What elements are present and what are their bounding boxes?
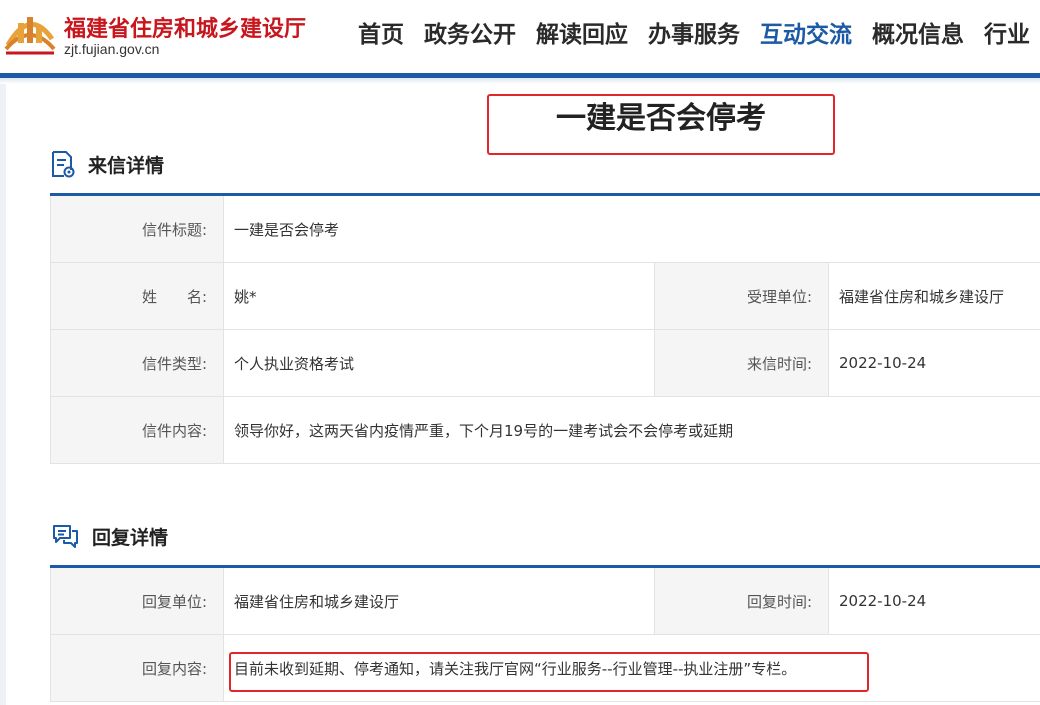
name-value: 姚* [223,263,654,329]
nav-item-industry[interactable]: 行业 [984,18,1030,52]
reply-highlight-box [229,652,869,692]
nav-item-services[interactable]: 办事服务 [648,18,740,52]
title-highlight-box [487,94,835,155]
reply-section-header: 回复详情 [50,522,168,550]
table-row: 信件类型: 个人执业资格考试 来信时间: 2022-10-24 [51,330,1040,397]
content-label: 信件内容: [51,397,223,463]
dept-label: 受理单位: [654,263,828,329]
reply-content-label: 回复内容: [51,635,223,701]
left-edge [0,84,6,705]
reply-time-value: 2022-10-24 [828,568,1040,634]
site-url: zjt.fujian.gov.cn [64,41,160,57]
site-header: 福建省住房和城乡建设厅 zjt.fujian.gov.cn 首页 政务公开 解读… [0,0,1040,74]
letter-time-label: 来信时间: [654,330,828,396]
letter-section-header: 来信详情 [50,150,164,178]
nav-item-home[interactable]: 首页 [358,18,404,52]
nav-item-gov-affairs[interactable]: 政务公开 [424,18,516,52]
reply-section-title: 回复详情 [92,526,169,549]
table-row: 姓 名: 姚* 受理单位: 福建省住房和城乡建设厅 [51,263,1040,330]
nav-item-interaction[interactable]: 互动交流 [760,18,852,52]
subject-label: 信件标题: [51,196,223,262]
site-name: 福建省住房和城乡建设厅 [64,16,307,42]
chat-bubble-icon [53,525,78,548]
main-nav: 首页 政务公开 解读回应 办事服务 互动交流 概况信息 行业 [358,18,1040,52]
nav-item-interpretation[interactable]: 解读回应 [536,18,628,52]
table-row: 信件内容: 领导你好，这两天省内疫情严重，下个月19号的一建考试会不会停考或延期 [51,397,1040,464]
header-shadow [0,78,1040,84]
site-logo[interactable]: 福建省住房和城乡建设厅 zjt.fujian.gov.cn [4,5,314,61]
subject-value: 一建是否会停考 [223,196,1040,262]
type-value: 个人执业资格考试 [223,330,654,396]
nav-item-overview[interactable]: 概况信息 [872,18,964,52]
logo-emblem-icon [4,17,56,55]
letter-time-value: 2022-10-24 [828,330,1040,396]
reply-time-label: 回复时间: [654,568,828,634]
table-row: 信件标题: 一建是否会停考 [51,196,1040,263]
type-label: 信件类型: [51,330,223,396]
reply-unit-label: 回复单位: [51,568,223,634]
letter-table: 信件标题: 一建是否会停考 姓 名: 姚* 受理单位: 福建省住房和城乡建设厅 … [50,196,1040,464]
letter-section-title: 来信详情 [88,154,165,177]
dept-value: 福建省住房和城乡建设厅 [828,263,1040,329]
table-row: 回复单位: 福建省住房和城乡建设厅 回复时间: 2022-10-24 [51,568,1040,635]
reply-unit-value: 福建省住房和城乡建设厅 [223,568,654,634]
content-value: 领导你好，这两天省内疫情严重，下个月19号的一建考试会不会停考或延期 [223,397,1040,463]
document-icon [52,151,75,178]
name-label: 姓 名: [51,263,223,329]
